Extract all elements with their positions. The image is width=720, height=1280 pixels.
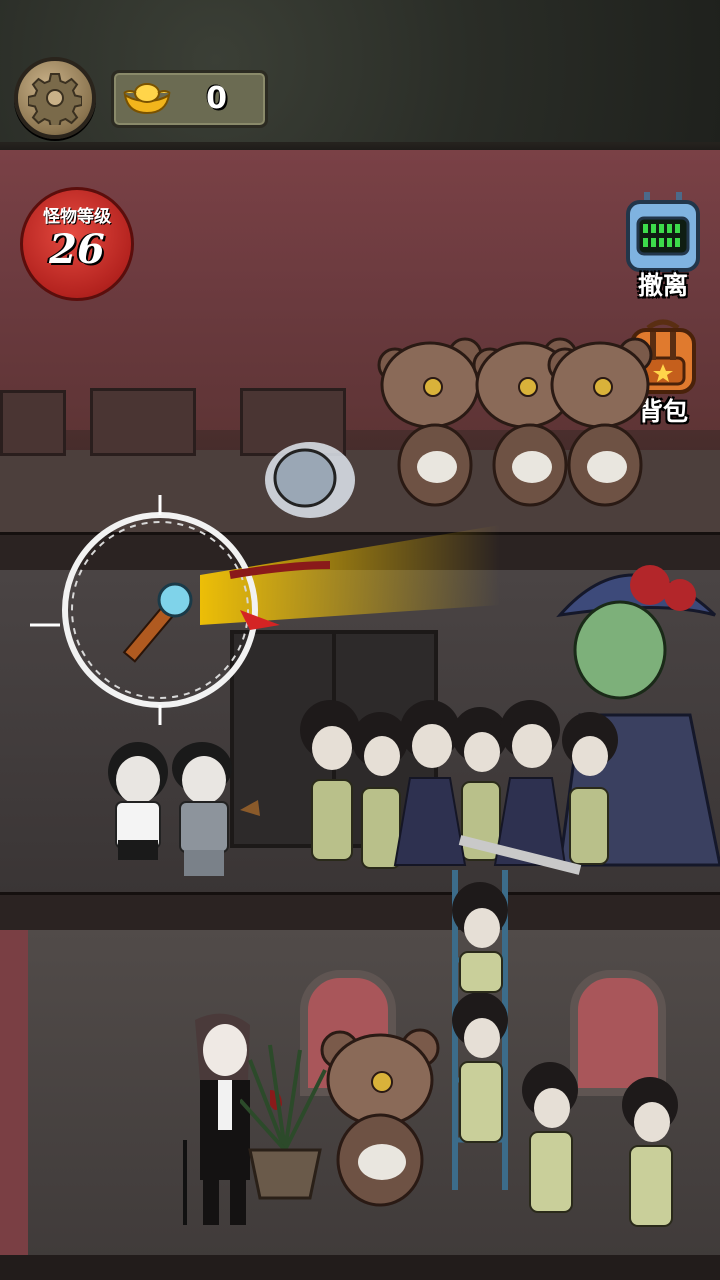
gold-value: 0	[206, 81, 227, 116]
monster-level-value: 26	[49, 226, 105, 273]
survivor-boy	[172, 742, 232, 876]
gear-icon	[28, 73, 82, 125]
gold-ingot-icon	[123, 83, 171, 115]
monster-level-badge: 怪物等级 26	[20, 187, 134, 301]
gold-counter: 0	[111, 70, 268, 128]
floor-base	[0, 1255, 720, 1280]
game-screen: 0 怪物等级 26 撤离 背包	[0, 0, 720, 1280]
survivor-girl	[108, 742, 168, 860]
evacuate-button[interactable]: 撤离	[620, 192, 706, 302]
maid-girl-monsters-lower	[452, 882, 678, 1227]
teddy-bear-monster	[377, 337, 483, 507]
maid-monster-horde	[300, 700, 618, 875]
monster-level-label: 怪物等级	[43, 207, 111, 227]
top-hud-bar: 0	[0, 0, 720, 156]
settings-button[interactable]	[14, 57, 96, 139]
evacuate-label: 撤离	[637, 271, 688, 300]
potted-plant	[240, 1044, 327, 1200]
survivor-pair	[108, 742, 260, 876]
teddy-bear-monster-lower	[320, 1028, 440, 1207]
walkie-talkie-icon	[626, 192, 700, 272]
